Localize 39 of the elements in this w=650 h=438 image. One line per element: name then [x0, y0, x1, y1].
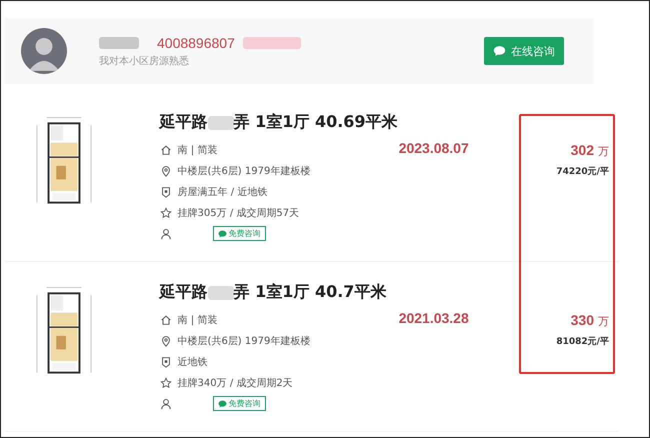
feature-text: 近地铁: [178, 356, 208, 368]
blurred-name: [99, 36, 139, 48]
chat-bubble-icon: [218, 230, 227, 238]
total-price: 330: [570, 312, 594, 328]
deal-date: 2021.03.28: [398, 309, 470, 328]
feature-text: 南 | 简装: [178, 144, 218, 156]
person-icon: [160, 398, 172, 410]
free-consult-button[interactable]: 免费咨询: [212, 396, 266, 411]
star-icon: [160, 206, 172, 218]
unit-price: 81082元/平: [555, 336, 609, 348]
total-price: 302: [570, 142, 594, 158]
feature-text: 挂牌340万 / 成交周期2天: [178, 376, 293, 390]
feature-text: 南 | 简装: [178, 314, 218, 326]
feature-text: 中楼层(共6层) 1979年建板楼: [178, 334, 310, 348]
chat-bubble-icon: [218, 400, 227, 408]
shield-icon: [160, 186, 172, 198]
price-unit: 万: [598, 145, 609, 158]
feature-text: 房屋满五年 / 近地铁: [178, 186, 268, 198]
chat-bubble-icon: [493, 45, 506, 57]
location-pin-icon: [160, 334, 172, 346]
blurred-text: [242, 36, 301, 48]
listing-title[interactable]: 延平路 弄 1室1厅 40.69平米: [160, 112, 399, 133]
feature-text: 挂牌305万 / 成交周期57天: [178, 206, 300, 220]
agent-phone: 4008896807: [157, 34, 235, 50]
online-consult-button[interactable]: 在线咨询: [484, 37, 564, 65]
unit-price: 74220元/平: [555, 166, 609, 178]
deal-date: 2023.08.07: [398, 139, 470, 158]
listing-title[interactable]: 延平路 弄 1室1厅 40.7平米: [160, 282, 399, 303]
location-pin-icon: [160, 164, 172, 176]
house-icon: [160, 314, 172, 326]
free-consult-button[interactable]: 免费咨询: [212, 226, 266, 241]
feature-text: 中楼层(共6层) 1979年建板楼: [178, 164, 310, 178]
avatar: [21, 28, 67, 74]
house-icon: [160, 144, 172, 156]
star-icon: [160, 376, 172, 388]
person-icon: [160, 228, 172, 240]
shield-icon: [160, 356, 172, 368]
price-unit: 万: [598, 315, 609, 328]
agent-intro: 我对本小区房源熟悉: [99, 54, 190, 68]
